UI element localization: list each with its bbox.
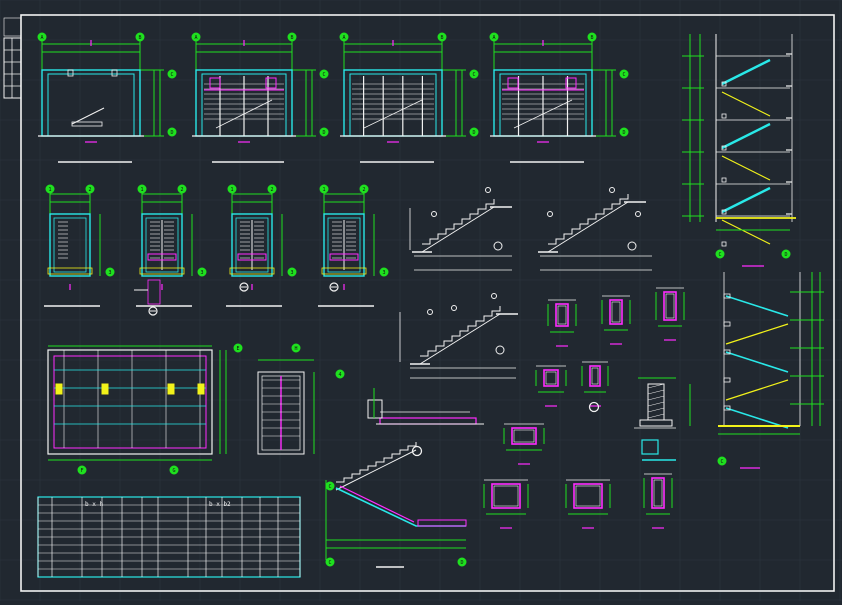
axis-bubble: D [457, 557, 467, 567]
axis-bubble: B [135, 32, 145, 42]
axis-bubble: 3 [105, 267, 115, 277]
axis-bubble: 1 [137, 184, 147, 194]
axis-bubble: C [319, 69, 329, 79]
svg-text:G: G [172, 468, 175, 474]
svg-text:B: B [440, 35, 443, 41]
cad-drawing-canvas[interactable]: ABCDABCDABCDABCD123123123123CDCEFGH4CCDb… [0, 0, 842, 601]
svg-text:F: F [80, 468, 83, 474]
svg-text:3: 3 [382, 270, 385, 276]
title-block [3, 17, 22, 99]
axis-bubble: H [291, 343, 301, 353]
svg-text:A: A [40, 35, 43, 41]
plan-small-2: 1 2 3 [136, 184, 207, 307]
axis-bubble: 2 [177, 184, 187, 194]
svg-text:B: B [138, 35, 141, 41]
axis-bubble: D [167, 127, 177, 137]
svg-text:C: C [328, 484, 331, 490]
table-header-cell: b x b2 [209, 501, 231, 508]
svg-text:C: C [472, 72, 475, 78]
beam-section-7 [483, 479, 529, 529]
axis-bubble: D [781, 249, 791, 259]
axis-bubble: B [287, 32, 297, 42]
svg-text:C: C [170, 72, 173, 78]
axis-bubble: A [37, 32, 47, 42]
axis-bubble: C [167, 69, 177, 79]
axis-bubble: C [325, 481, 335, 491]
section-elevation-2: A B C D [191, 32, 329, 163]
axis-bubble: 2 [267, 184, 277, 194]
svg-text:4: 4 [338, 372, 341, 378]
svg-text:D: D [170, 130, 173, 136]
section-elevation-4: A B C D [489, 32, 629, 163]
axis-bubble: 2 [85, 184, 95, 194]
axis-bubble: G [169, 465, 179, 475]
plan-small-3: 1 2 3 [226, 184, 297, 307]
svg-text:C: C [322, 72, 325, 78]
svg-text:E: E [236, 346, 239, 352]
cad-drawing: A BCDA BCDA BCDA BCD1 231 231 231 23C DCEF GH4CC Db… [0, 0, 842, 601]
table-header-cell: b x h [85, 501, 103, 508]
axis-bubble: 1 [227, 184, 237, 194]
stair-elevation-upper: CD [682, 34, 796, 267]
stair-elevation-lower: C [717, 272, 824, 469]
axis-bubble: 4 [335, 369, 345, 379]
landing-beam-detail [367, 388, 484, 457]
svg-text:B: B [590, 35, 593, 41]
section-elevation-3: A B C D [339, 32, 479, 163]
beam-section-6 [503, 423, 545, 465]
section-elevation-1: A B C D [37, 32, 177, 163]
svg-text:3: 3 [200, 270, 203, 276]
axis-bubble: A [339, 32, 349, 42]
svg-text:H: H [294, 346, 297, 352]
axis-bubble: E [233, 343, 243, 353]
svg-text:3: 3 [108, 270, 111, 276]
axis-bubble: D [319, 127, 329, 137]
detail-markers [134, 279, 339, 316]
schedule-table: b x h b x b2 [37, 496, 301, 578]
plan-small-4: 1 2 3 [318, 184, 389, 307]
svg-text:A: A [492, 35, 495, 41]
svg-text:D: D [322, 130, 325, 136]
svg-text:D: D [622, 130, 625, 136]
svg-text:3: 3 [290, 270, 293, 276]
axis-bubble: 3 [287, 267, 297, 277]
svg-text:D: D [472, 130, 475, 136]
stair-inclined-section: C C D [325, 442, 467, 568]
axis-bubble: C [469, 69, 479, 79]
svg-text:A: A [194, 35, 197, 41]
axis-bubble: B [587, 32, 597, 42]
svg-text:D: D [460, 560, 463, 566]
floor-plan-large: E F G [47, 343, 243, 475]
beam-section-1 [547, 299, 577, 347]
beam-section-8 [565, 479, 611, 529]
axis-bubble: C [715, 249, 725, 259]
svg-text:C: C [718, 252, 721, 258]
svg-text:D: D [784, 252, 787, 258]
axis-bubble: C [717, 456, 727, 466]
axis-bubble: 3 [197, 267, 207, 277]
axis-bubble: A [191, 32, 201, 42]
axis-bubble: 1 [45, 184, 55, 194]
axis-bubble: F [77, 465, 87, 475]
axis-bubble: C [619, 69, 629, 79]
axis-bubble: A [489, 32, 499, 42]
stair-plan-middle: H4 [257, 343, 345, 455]
svg-text:A: A [342, 35, 345, 41]
axis-bubble: B [437, 32, 447, 42]
axis-bubble: D [469, 127, 479, 137]
axis-bubble: 3 [379, 267, 389, 277]
axis-bubble: 1 [319, 184, 329, 194]
beam-section-5 [581, 361, 609, 407]
stair-section-detail-3 [399, 293, 518, 379]
svg-text:C: C [622, 72, 625, 78]
svg-text:B: B [290, 35, 293, 41]
svg-text:C: C [328, 560, 331, 566]
plan-small-1: 1 2 3 [44, 184, 115, 307]
svg-text:C: C [720, 459, 723, 465]
axis-bubble: C [325, 557, 335, 567]
axis-bubble: D [619, 127, 629, 137]
axis-bubble: 2 [359, 184, 369, 194]
